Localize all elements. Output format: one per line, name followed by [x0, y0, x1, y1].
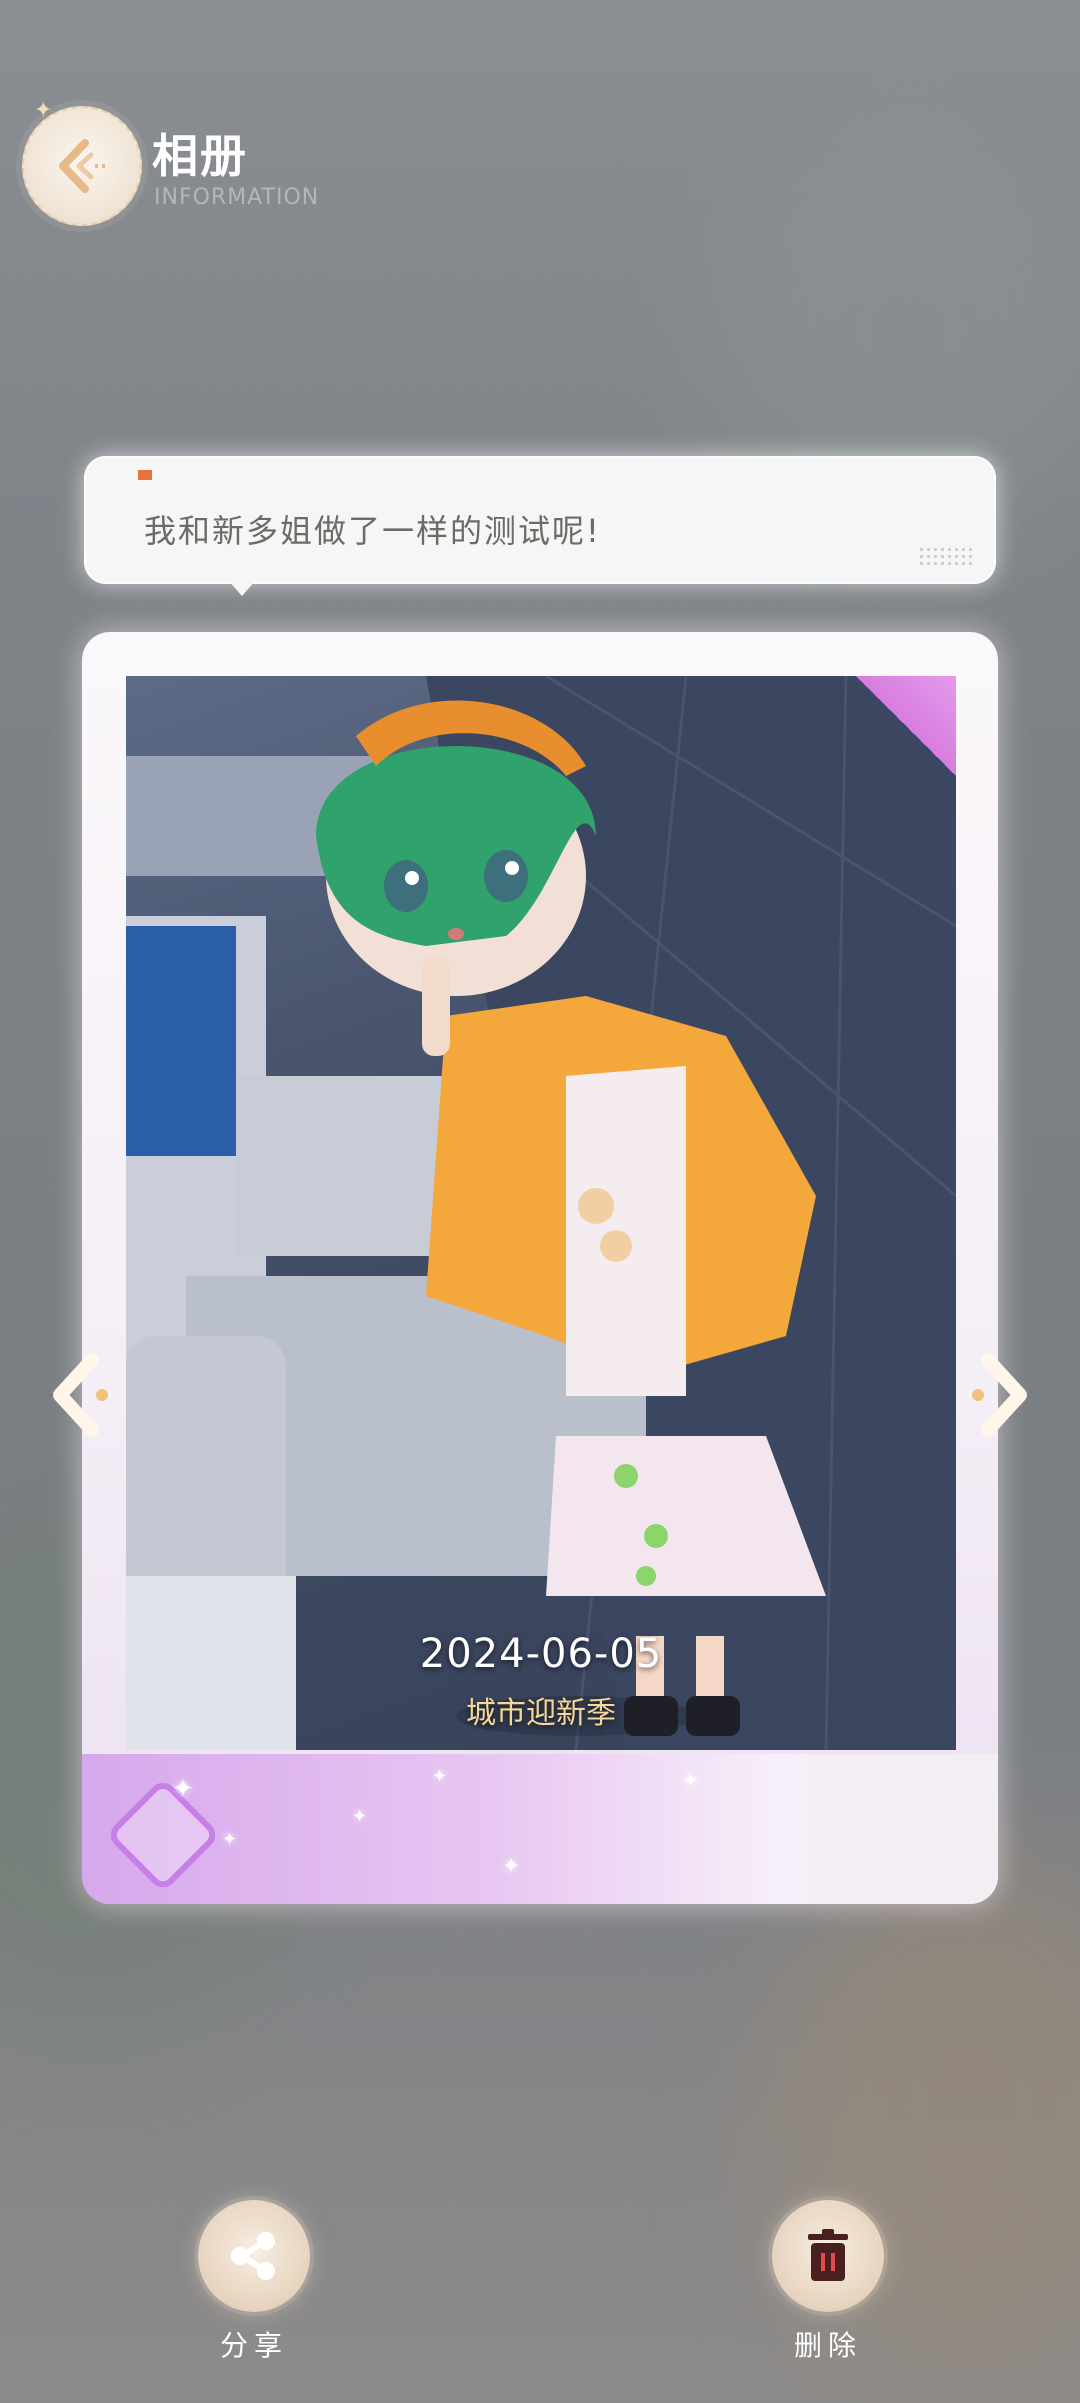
bubble-mark-icon: [138, 470, 152, 480]
page-subtitle: INFORMATION: [154, 185, 320, 210]
back-arrow-icon: [59, 139, 109, 193]
share-button-circle[interactable]: [198, 2200, 310, 2312]
sparkle-icon: ✦: [352, 1806, 368, 1827]
share-icon: [231, 2232, 275, 2280]
share-button[interactable]: 分享: [196, 2200, 312, 2364]
corner-triangle-decoration: [856, 676, 956, 776]
sparkle-icon: ✦: [682, 1768, 699, 1792]
sparkle-icon: ✦: [222, 1829, 238, 1850]
delete-label: 删除: [793, 2329, 862, 2362]
back-button[interactable]: [22, 106, 142, 226]
previous-photo-button[interactable]: [40, 1340, 120, 1450]
photo-event: 城市迎新季: [466, 1696, 616, 1731]
card-footer: ✦ ✦ ✦ ✦ ✦ ✦: [82, 1754, 998, 1904]
photo-scene: [126, 676, 956, 1750]
bubble-tail: [228, 580, 256, 596]
gem-icon: [105, 1777, 221, 1893]
delete-button[interactable]: 删除: [770, 2200, 886, 2364]
message-bubble: 我和新多姐做了一样的测试呢!: [84, 456, 996, 584]
sparkle-icon: ✦: [172, 1774, 194, 1804]
message-text: 我和新多姐做了一样的测试呢!: [144, 512, 601, 550]
photo-image[interactable]: 2024-06-05 城市迎新季: [126, 676, 956, 1750]
share-label: 分享: [219, 2329, 288, 2362]
delete-button-circle[interactable]: [772, 2200, 884, 2312]
photo-card: 2024-06-05 城市迎新季 ✦ ✦ ✦ ✦ ✦ ✦: [82, 632, 998, 1904]
chevron-left-icon: [53, 1353, 108, 1437]
next-photo-button[interactable]: [960, 1340, 1040, 1450]
chevron-right-icon: [972, 1353, 1027, 1437]
dots-decoration-icon: [918, 546, 974, 568]
page-title: 相册: [152, 129, 248, 183]
sparkle-icon: ✦: [432, 1766, 448, 1787]
trash-icon: [808, 2229, 848, 2281]
sparkle-icon: ✦: [502, 1854, 521, 1879]
photo-date: 2024-06-05: [419, 1631, 663, 1677]
